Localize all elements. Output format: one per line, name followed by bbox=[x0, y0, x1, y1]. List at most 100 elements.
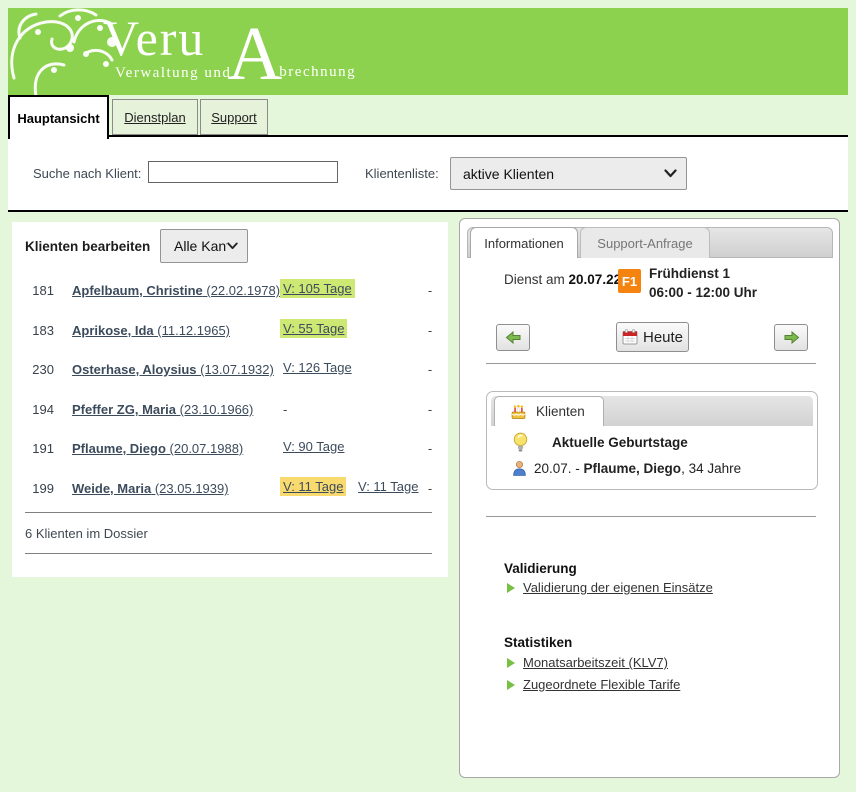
tab-informationen[interactable]: Informationen bbox=[470, 227, 578, 258]
tab-dienstplan-label: Dienstplan bbox=[124, 110, 185, 125]
lightbulb-icon bbox=[512, 432, 529, 453]
client-row: 181 Apfelbaum, Christine (22.02.1978) V:… bbox=[12, 281, 448, 301]
person-icon bbox=[511, 460, 528, 477]
dienst-line: Dienst am 20.07.22: bbox=[504, 272, 625, 287]
arrow-left-icon bbox=[505, 331, 522, 344]
client-id: 191 bbox=[20, 441, 54, 456]
clients-count: 6 Klienten im Dossier bbox=[25, 526, 148, 541]
search-input[interactable] bbox=[148, 161, 338, 183]
client-name-link[interactable]: Weide, Maria (23.05.1939) bbox=[72, 481, 229, 496]
client-name-link[interactable]: Osterhase, Aloysius (13.07.1932) bbox=[72, 362, 274, 377]
client-row: 199 Weide, Maria (23.05.1939) V: 11 Tage… bbox=[12, 479, 448, 499]
search-label: Suche nach Klient: bbox=[33, 166, 141, 181]
info-panel: Informationen Support-Anfrage Dienst am … bbox=[459, 218, 840, 778]
validierung-link[interactable]: Validierung der eigenen Einsätze bbox=[523, 580, 713, 595]
arrow-right-icon bbox=[783, 331, 800, 344]
today-button[interactable]: Heute bbox=[616, 322, 689, 352]
divider bbox=[486, 363, 816, 364]
client-list-label: Klientenliste: bbox=[365, 166, 439, 181]
row-dash: - bbox=[420, 283, 440, 298]
tab-support[interactable]: Support bbox=[200, 99, 268, 135]
client-row: 194 Pfeffer ZG, Maria (23.10.1966) - - bbox=[12, 400, 448, 420]
client-name-link[interactable]: Aprikose, Ida (11.12.1965) bbox=[72, 323, 230, 338]
birthday-age: , 34 Jahre bbox=[681, 461, 741, 476]
client-birthdate: (23.05.1939) bbox=[151, 481, 228, 496]
client-id: 194 bbox=[20, 402, 54, 417]
tab-klienten[interactable]: Klienten bbox=[494, 396, 604, 426]
client-birthdate: (23.10.1966) bbox=[176, 402, 253, 417]
client-id: 199 bbox=[20, 481, 54, 496]
client-list-select-value: aktive Klienten bbox=[451, 166, 664, 182]
client-row: 191 Pflaume, Diego (20.07.1988) V: 90 Ta… bbox=[12, 439, 448, 459]
tab-support-anfrage[interactable]: Support-Anfrage bbox=[580, 227, 710, 258]
shift-name: Frühdienst 1 bbox=[649, 264, 757, 283]
statistiken-title: Statistiken bbox=[504, 635, 572, 650]
birthday-cake-icon bbox=[510, 403, 527, 420]
vacation-link-2[interactable]: V: 11 Tage bbox=[355, 479, 421, 494]
client-name-link[interactable]: Pflaume, Diego (20.07.1988) bbox=[72, 441, 243, 456]
client-id: 230 bbox=[20, 362, 54, 377]
dienst-prefix: Dienst am bbox=[504, 272, 569, 287]
klienten-box: Klienten Aktuelle Geburtstage 20.07. - P… bbox=[486, 391, 818, 490]
client-list-select[interactable]: aktive Klienten bbox=[450, 157, 687, 190]
client-name: Pfeffer ZG, Maria bbox=[72, 402, 176, 417]
monatsarbeitszeit-link[interactable]: Monatsarbeitszeit (KLV7) bbox=[523, 655, 668, 670]
birthday-name: Pflaume, Diego bbox=[584, 461, 682, 476]
row-dash: - bbox=[420, 481, 440, 496]
birthdays-title: Aktuelle Geburtstage bbox=[552, 435, 688, 450]
client-name-link[interactable]: Pfeffer ZG, Maria (23.10.1966) bbox=[72, 402, 253, 417]
client-name: Apfelbaum, Christine bbox=[72, 283, 203, 298]
previous-day-button[interactable] bbox=[496, 324, 530, 351]
vacation-days: V: 90 Tage bbox=[280, 437, 347, 456]
vacation-link[interactable]: V: 55 Tage bbox=[280, 321, 347, 336]
birthday-entry-text: 20.07. - Pflaume, Diego, 34 Jahre bbox=[534, 461, 741, 476]
divider bbox=[25, 512, 432, 513]
row-dash: - bbox=[420, 402, 440, 417]
green-triangle-bullet-icon bbox=[507, 583, 515, 593]
vacation-days: V: 55 Tage bbox=[280, 319, 347, 338]
tab-klienten-label: Klienten bbox=[536, 404, 585, 419]
logo-subtitle-right: brechnung bbox=[279, 63, 356, 82]
birthday-entry: 20.07. - Pflaume, Diego, 34 Jahre bbox=[511, 460, 741, 477]
tab-dienstplan[interactable]: Dienstplan bbox=[112, 99, 198, 135]
calendar-icon bbox=[622, 329, 638, 345]
app-logo: Veru Verwaltung und A brechnung bbox=[103, 12, 356, 82]
green-triangle-bullet-icon bbox=[507, 658, 515, 668]
divider bbox=[25, 553, 432, 554]
row-dash: - bbox=[420, 362, 440, 377]
client-name: Osterhase, Aloysius bbox=[72, 362, 197, 377]
shift-time: 06:00 - 12:00 Uhr bbox=[649, 283, 757, 302]
canton-select[interactable]: Alle Kantone bbox=[160, 229, 248, 263]
vacation-link[interactable]: V: 90 Tage bbox=[280, 439, 347, 454]
canton-select-value: Alle Kantone bbox=[161, 238, 227, 254]
shift-badge: F1 bbox=[618, 269, 641, 293]
client-birthdate: (20.07.1988) bbox=[166, 441, 243, 456]
client-name: Weide, Maria bbox=[72, 481, 151, 496]
validierung-link-row: Validierung der eigenen Einsätze bbox=[507, 580, 713, 595]
birthday-date: 20.07. - bbox=[534, 461, 584, 476]
next-day-button[interactable] bbox=[774, 324, 808, 351]
logo-text-main: Veru bbox=[103, 12, 231, 64]
client-name-link[interactable]: Apfelbaum, Christine (22.02.1978) bbox=[72, 283, 280, 298]
today-button-label: Heute bbox=[643, 329, 683, 346]
vacation-days: V: 11 Tage bbox=[355, 477, 421, 496]
logo-text-a: A bbox=[227, 26, 282, 82]
clients-panel: Klienten bearbeiten Alle Kantone 181 Apf… bbox=[12, 222, 448, 577]
dienst-date: 20.07.22 bbox=[569, 272, 622, 287]
vacation-days: V: 126 Tage bbox=[280, 358, 355, 377]
app-header: Veru Verwaltung und A brechnung bbox=[8, 8, 848, 95]
tab-hauptansicht[interactable]: Hauptansicht bbox=[8, 95, 109, 139]
statistiken-link-row: Monatsarbeitszeit (KLV7) bbox=[507, 655, 668, 670]
vacation-days: V: 11 Tage bbox=[280, 477, 346, 496]
logo-subtitle-left: Verwaltung und bbox=[103, 64, 231, 82]
statistiken-link-row: Zugeordnete Flexible Tarife bbox=[507, 677, 680, 692]
birthdays-header: Aktuelle Geburtstage bbox=[512, 432, 688, 453]
shift-info: Frühdienst 1 06:00 - 12:00 Uhr bbox=[649, 264, 757, 302]
vacation-link[interactable]: V: 105 Tage bbox=[280, 281, 355, 296]
vacation-link[interactable]: V: 126 Tage bbox=[280, 360, 355, 375]
flexible-tarife-link[interactable]: Zugeordnete Flexible Tarife bbox=[523, 677, 680, 692]
vacation-link[interactable]: V: 11 Tage bbox=[280, 479, 346, 494]
client-birthdate: (22.02.1978) bbox=[203, 283, 280, 298]
chevron-down-icon bbox=[227, 242, 238, 250]
client-name: Aprikose, Ida bbox=[72, 323, 154, 338]
